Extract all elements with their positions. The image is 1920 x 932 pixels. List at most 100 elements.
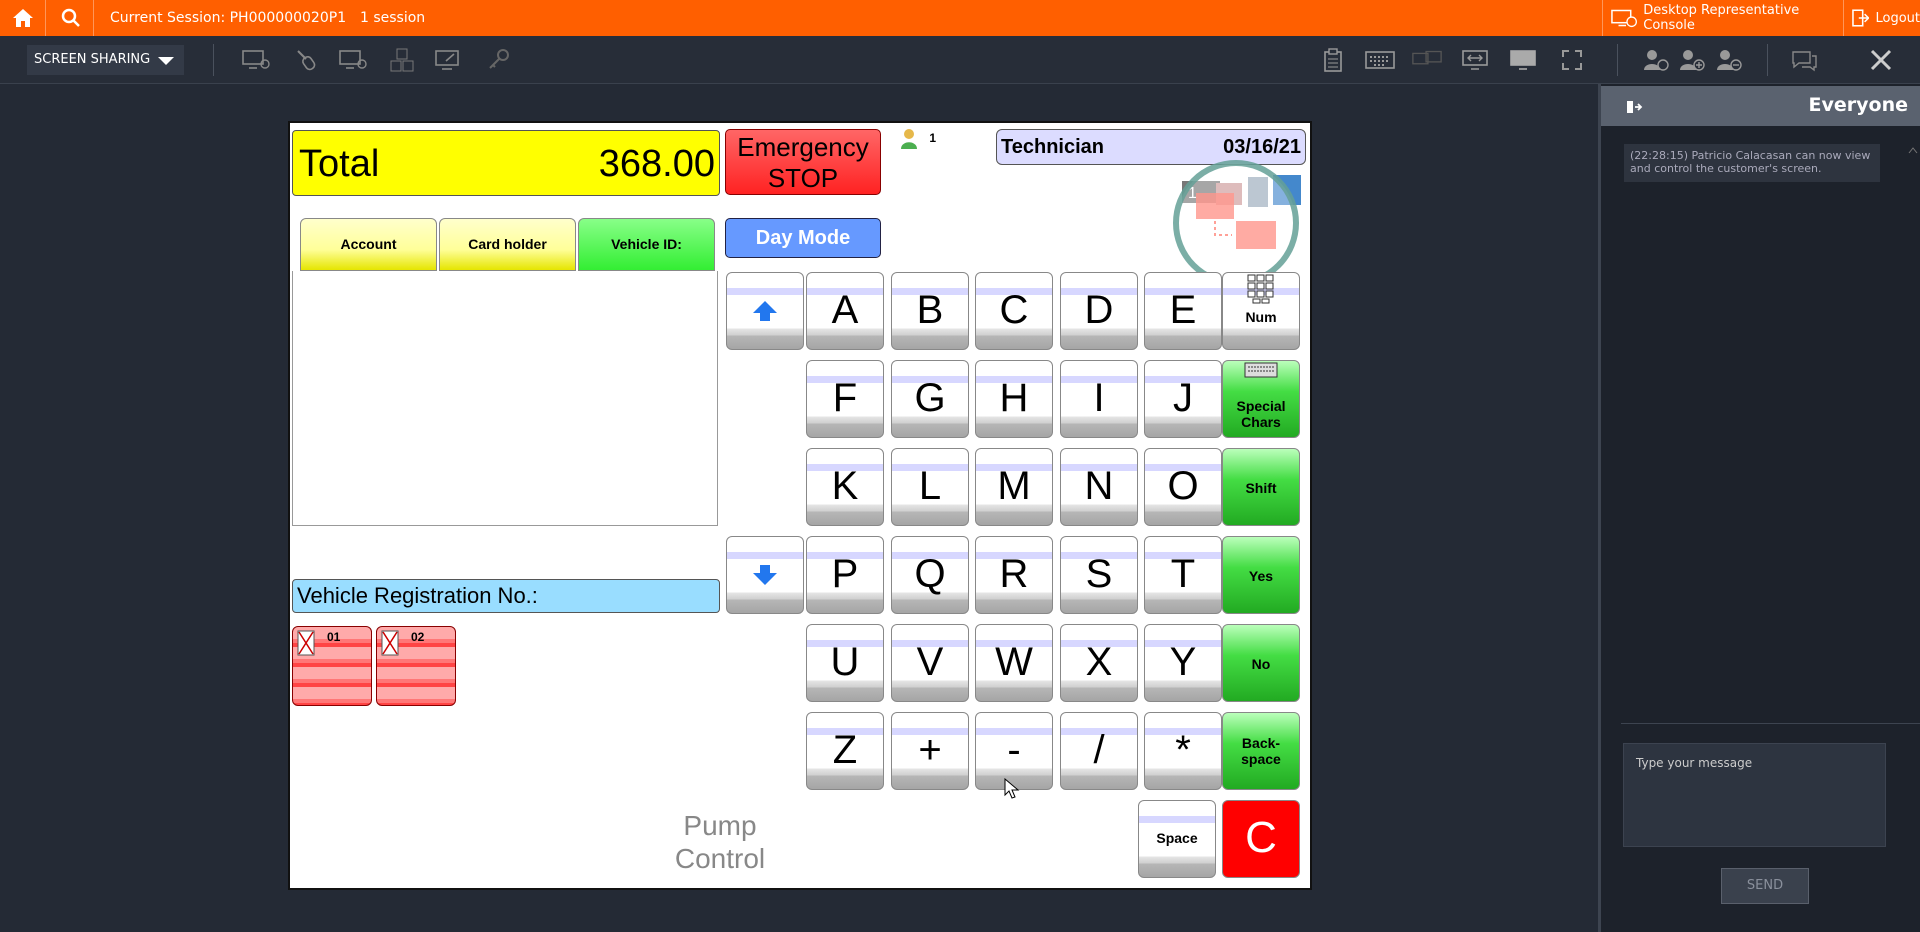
request-control-button[interactable] bbox=[240, 46, 272, 74]
end-session-button[interactable] bbox=[1866, 46, 1896, 74]
screenshot-button[interactable] bbox=[433, 46, 465, 74]
num-label: Num bbox=[1245, 309, 1277, 325]
transaction-list[interactable] bbox=[292, 271, 718, 526]
screen-sharing-label: SCREEN SHARING bbox=[34, 52, 151, 67]
key-5[interactable]: F bbox=[806, 360, 884, 438]
key-20[interactable]: U bbox=[806, 624, 884, 702]
key-6[interactable]: G bbox=[891, 360, 969, 438]
scroll-down-button[interactable] bbox=[726, 536, 804, 614]
tab-vehicle-id[interactable]: Vehicle ID: bbox=[578, 218, 715, 271]
remote-connection-icon bbox=[1173, 160, 1299, 286]
user-indicator: 1 bbox=[900, 128, 936, 150]
key-29[interactable]: * bbox=[1144, 712, 1222, 790]
remote-monitor-button[interactable] bbox=[337, 46, 369, 74]
message-input[interactable]: Type your message bbox=[1623, 743, 1886, 847]
key-10[interactable]: K bbox=[806, 448, 884, 526]
key-13[interactable]: N bbox=[1060, 448, 1138, 526]
chat-title: Everyone bbox=[1808, 94, 1908, 116]
user-count: 1 bbox=[929, 131, 937, 146]
no-key[interactable]: No bbox=[1222, 624, 1300, 702]
key-15[interactable]: P bbox=[806, 536, 884, 614]
emergency-stop-button[interactable]: Emergency STOP bbox=[725, 129, 881, 195]
desktop-console-link[interactable]: Desktop Representative Console bbox=[1602, 0, 1842, 36]
space-label: space bbox=[1241, 751, 1281, 767]
chat-scrollbar[interactable] bbox=[1908, 139, 1918, 704]
current-session-label[interactable]: Current Session: PH000000020P1 bbox=[110, 0, 346, 36]
key-icon bbox=[489, 49, 509, 69]
desktop-console-label: Desktop Representative Console bbox=[1643, 3, 1800, 33]
key-1[interactable]: B bbox=[891, 272, 969, 350]
key-2[interactable]: C bbox=[975, 272, 1053, 350]
top-bar: Current Session: PH000000020P1 1 session… bbox=[0, 0, 1920, 36]
vehicle-registration-field[interactable]: Vehicle Registration No.: bbox=[292, 579, 720, 613]
clipboard-button[interactable] bbox=[1317, 46, 1349, 74]
session-count[interactable]: 1 session bbox=[360, 0, 425, 36]
space-key[interactable]: Space bbox=[1138, 800, 1216, 878]
scroll-up-button[interactable] bbox=[726, 272, 804, 350]
key-28[interactable]: / bbox=[1060, 712, 1138, 790]
home-button[interactable] bbox=[0, 0, 46, 36]
pump-number: 02 bbox=[411, 630, 425, 644]
clear-key[interactable]: C bbox=[1222, 800, 1300, 878]
dual-monitor-icon bbox=[1412, 50, 1442, 65]
chat-panel: Everyone (22:28:15) Patricio Calacasan c… bbox=[1598, 84, 1920, 932]
total-value: 368.00 bbox=[598, 143, 715, 185]
key-25[interactable]: Z bbox=[806, 712, 884, 790]
shift-key[interactable]: Shift bbox=[1222, 448, 1300, 526]
fit-screen-button[interactable] bbox=[1460, 46, 1492, 74]
logout-button[interactable]: Logout bbox=[1843, 0, 1920, 36]
key-26[interactable]: + bbox=[891, 712, 969, 790]
key-8[interactable]: I bbox=[1060, 360, 1138, 438]
mouse-icon bbox=[297, 50, 316, 71]
fullscreen-button[interactable] bbox=[1556, 46, 1588, 74]
screen-sharing-dropdown[interactable]: SCREEN SHARING bbox=[27, 45, 184, 75]
user-remove-icon bbox=[1717, 50, 1742, 71]
tab-account[interactable]: Account bbox=[300, 218, 437, 271]
pump-button-02[interactable]: 02 bbox=[376, 626, 456, 706]
key-24[interactable]: Y bbox=[1144, 624, 1222, 702]
transfer-session-button[interactable] bbox=[1640, 46, 1672, 74]
backspace-key[interactable]: Back- space bbox=[1222, 712, 1300, 790]
key-9[interactable]: J bbox=[1144, 360, 1222, 438]
key-12[interactable]: M bbox=[975, 448, 1053, 526]
special-label: Special bbox=[1236, 398, 1286, 414]
key-19[interactable]: T bbox=[1144, 536, 1222, 614]
yes-key[interactable]: Yes bbox=[1222, 536, 1300, 614]
key-16[interactable]: Q bbox=[891, 536, 969, 614]
total-display: Total 368.00 bbox=[292, 130, 720, 196]
chat-header: Everyone bbox=[1601, 86, 1920, 126]
mouse-button[interactable] bbox=[290, 46, 322, 74]
special-chars-key[interactable]: Special Chars bbox=[1222, 360, 1300, 438]
day-mode-button[interactable]: Day Mode bbox=[725, 218, 881, 258]
keyboard-layout-button[interactable] bbox=[386, 46, 418, 74]
control-label: Control bbox=[674, 843, 766, 874]
num-key[interactable]: Num bbox=[1222, 272, 1300, 350]
remove-user-button[interactable] bbox=[1713, 46, 1745, 74]
key-11[interactable]: L bbox=[891, 448, 969, 526]
send-button[interactable]: SEND bbox=[1721, 868, 1809, 904]
send-keys-button[interactable] bbox=[1364, 46, 1396, 74]
key-14[interactable]: O bbox=[1144, 448, 1222, 526]
invite-user-button[interactable] bbox=[1676, 46, 1708, 74]
key-4[interactable]: E bbox=[1144, 272, 1222, 350]
technician-label: Technician bbox=[1001, 136, 1104, 158]
total-label: Total bbox=[299, 143, 380, 185]
collapse-panel-icon[interactable] bbox=[1625, 99, 1643, 115]
tab-card-holder[interactable]: Card holder bbox=[439, 218, 576, 271]
pump-button-01[interactable]: 01 bbox=[292, 626, 372, 706]
key-3[interactable]: D bbox=[1060, 272, 1138, 350]
chat-button[interactable] bbox=[1788, 46, 1820, 74]
key-7[interactable]: H bbox=[975, 360, 1053, 438]
credentials-button[interactable] bbox=[483, 46, 515, 74]
close-icon bbox=[1870, 49, 1892, 71]
multi-monitor-button[interactable] bbox=[1411, 46, 1443, 74]
search-button[interactable] bbox=[48, 0, 94, 36]
actual-size-button[interactable] bbox=[1508, 46, 1540, 74]
key-18[interactable]: S bbox=[1060, 536, 1138, 614]
key-17[interactable]: R bbox=[975, 536, 1053, 614]
key-22[interactable]: W bbox=[975, 624, 1053, 702]
key-0[interactable]: A bbox=[806, 272, 884, 350]
key-23[interactable]: X bbox=[1060, 624, 1138, 702]
key-21[interactable]: V bbox=[891, 624, 969, 702]
remote-screen[interactable]: Total 368.00 Emergency STOP 1 Technician… bbox=[288, 121, 1312, 890]
